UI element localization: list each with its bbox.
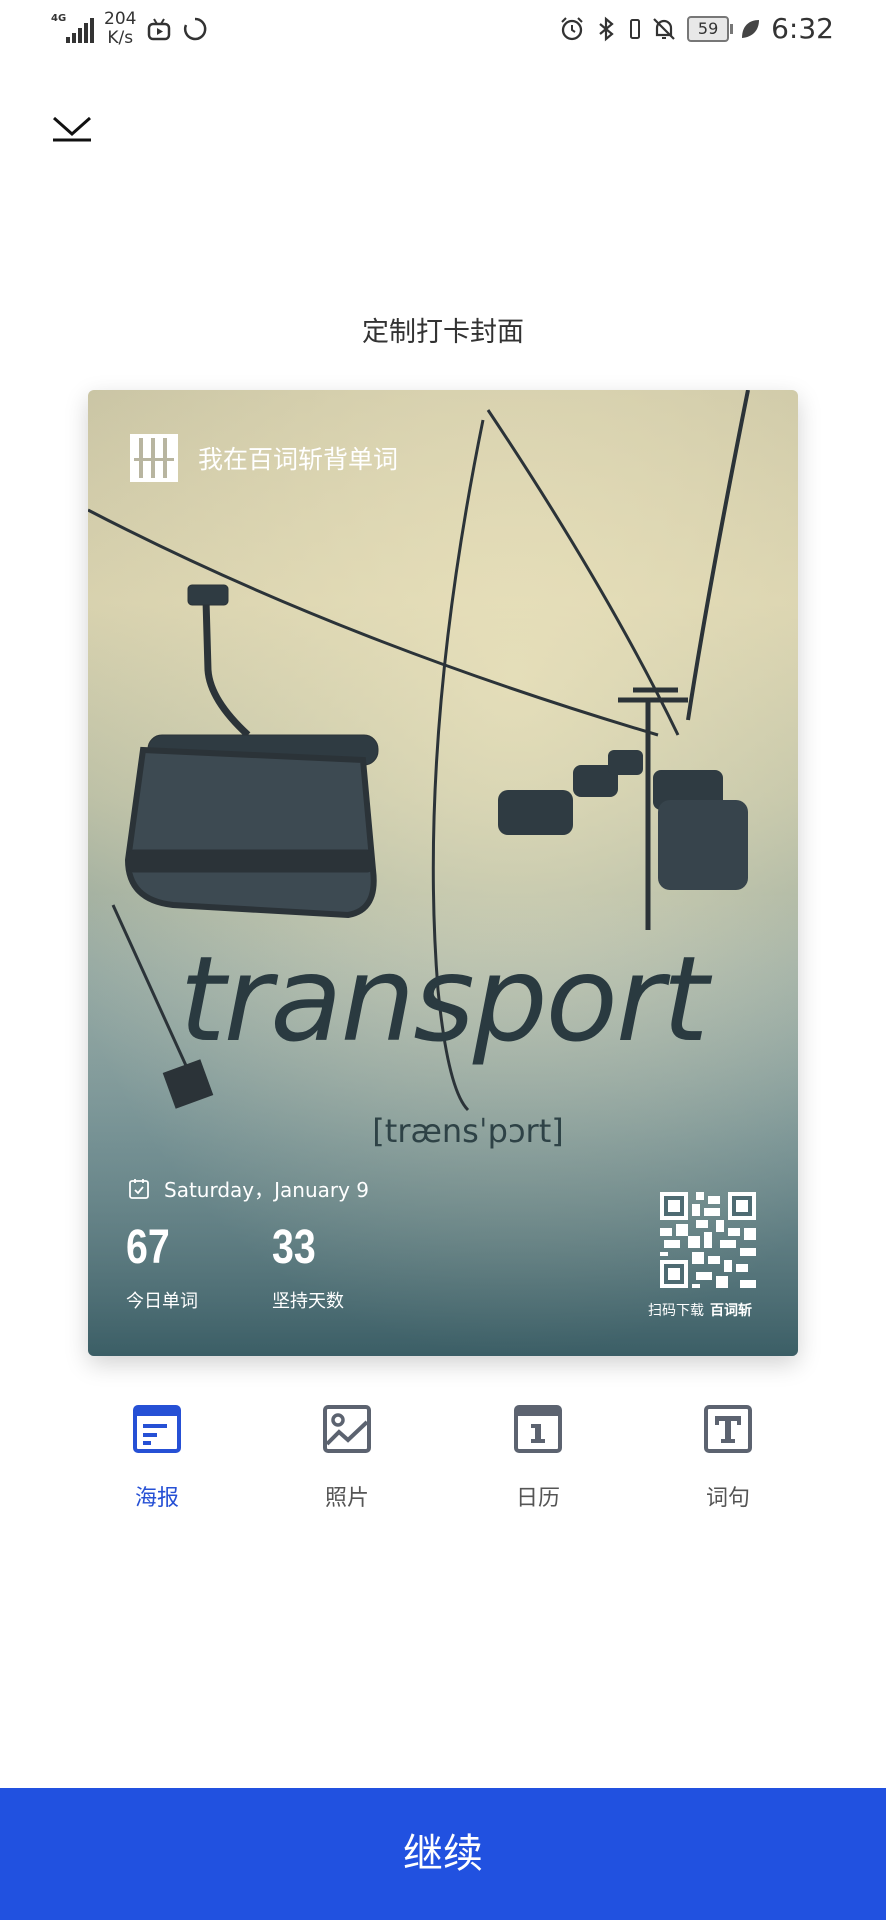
tab-label: 词句 <box>705 1486 750 1511</box>
network-type: 4G <box>51 13 67 24</box>
qr-caption-prefix: 扫码下载 <box>648 1303 704 1319</box>
baicizhan-logo-icon <box>130 434 178 482</box>
poster-date-row: Saturday，January 9 <box>128 1174 369 1203</box>
bluetooth-icon <box>599 16 614 41</box>
collapse-button[interactable] <box>50 110 94 146</box>
poster-date: Saturday，January 9 <box>164 1178 370 1202</box>
tab-poster[interactable]: 海报 <box>97 1404 217 1512</box>
alarm-icon <box>561 16 583 40</box>
tab-label: 日历 <box>515 1486 560 1511</box>
poster-icon <box>133 1405 181 1453</box>
leaf-icon <box>742 19 760 38</box>
poster-preview: 我在百词斩背单词 transport [trænsˈpɔrt] Saturday… <box>88 390 798 1356</box>
tv-app-icon <box>148 18 171 41</box>
calendar-check-icon <box>129 1178 149 1199</box>
page-title: 定制打卡封面 <box>362 317 524 348</box>
poster-phonetic: [trænsˈpɔrt] <box>372 1112 564 1150</box>
clock: 6:32 <box>771 12 834 45</box>
qr-caption-app: 百词斩 <box>710 1303 752 1319</box>
status-left: 4G 204 K/s <box>51 10 208 48</box>
text-icon <box>704 1405 752 1453</box>
tab-calendar[interactable]: 日历 <box>478 1404 598 1512</box>
stat-label: 坚持天数 <box>272 1291 344 1312</box>
stat-label: 今日单词 <box>126 1291 198 1312</box>
battery-level: 59 <box>697 18 719 38</box>
battery-indicator: 59 <box>687 15 734 42</box>
cover-style-tabs: 海报 照片 日历 词句 <box>0 1404 886 1524</box>
loading-icon <box>184 17 207 41</box>
continue-button[interactable]: 继续 <box>0 1788 886 1920</box>
tab-sentence[interactable]: 词句 <box>668 1404 788 1512</box>
stat-today-words: 67 今日单词 <box>126 1220 198 1313</box>
net-speed-value: 204 <box>104 9 137 29</box>
poster-brand-text: 我在百词斩背单词 <box>198 445 399 474</box>
tab-label: 照片 <box>324 1486 369 1511</box>
tab-label: 海报 <box>134 1486 179 1511</box>
tab-photo[interactable]: 照片 <box>287 1404 407 1512</box>
stat-value: 33 <box>272 1221 316 1274</box>
calendar-icon <box>514 1405 562 1453</box>
chevron-down-icon <box>53 116 91 142</box>
poster-word: transport <box>179 930 708 1068</box>
net-speed-unit: K/s <box>107 28 134 48</box>
stat-streak-days: 33 坚持天数 <box>272 1220 344 1313</box>
stat-value: 67 <box>126 1221 170 1274</box>
status-bar: 4G 204 K/s 59 6:32 <box>0 0 886 62</box>
poster-brand: 我在百词斩背单词 <box>130 434 398 482</box>
photo-icon <box>323 1405 371 1453</box>
qr-code <box>660 1192 756 1288</box>
vibrate-icon <box>630 18 641 39</box>
status-right: 59 6:32 <box>559 12 834 45</box>
net-speed: 204 K/s <box>104 10 136 48</box>
bell-muted-icon <box>653 17 675 40</box>
qr-caption: 扫码下载 百词斩 <box>648 1300 752 1320</box>
signal-icon: 4G <box>51 13 94 43</box>
